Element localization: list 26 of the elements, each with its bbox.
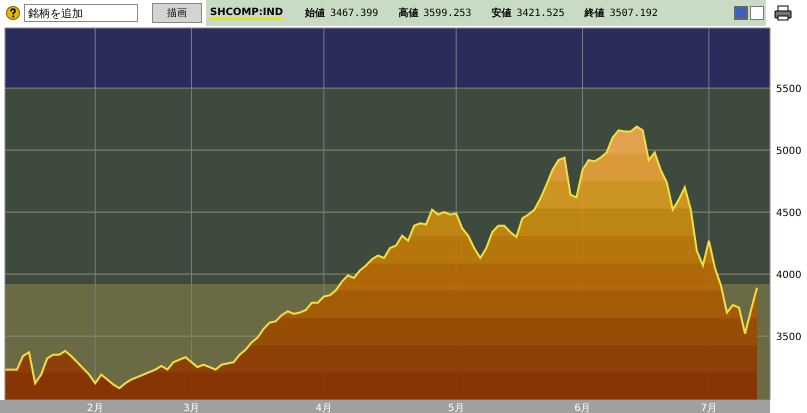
- quote-label: 始値: [305, 6, 326, 20]
- quote-label: 高値: [398, 6, 418, 20]
- axis-label: 4000: [776, 270, 802, 282]
- axis-label: 7月: [700, 403, 718, 413]
- quote-value: 3599.253: [423, 8, 472, 18]
- axis-label: 6月: [574, 403, 591, 413]
- printer-icon[interactable]: [774, 5, 792, 21]
- axis-label: 3500: [776, 332, 802, 344]
- quote-value: 3507.192: [610, 8, 658, 18]
- quote-label: 安値: [491, 6, 512, 20]
- help-icon[interactable]: [6, 6, 20, 20]
- symbol-label: SHCOMP:IND: [210, 6, 284, 20]
- axis-label: 5月: [448, 403, 464, 413]
- axis-label: 4500: [776, 208, 802, 220]
- axis-label: 5500: [776, 84, 802, 96]
- axis-label: 5000: [776, 146, 802, 158]
- axis-label: 3月: [183, 403, 200, 413]
- quote-value: 3467.399: [330, 8, 378, 18]
- axis-label: 2月: [87, 403, 104, 413]
- quote-value: 3421.525: [516, 8, 565, 18]
- draw-button[interactable]: 描画: [152, 3, 202, 23]
- view-toggle[interactable]: [750, 6, 764, 20]
- view-toggle[interactable]: [734, 6, 748, 20]
- symbol-input[interactable]: 銘柄を追加: [24, 4, 138, 22]
- quote-label: 終値: [584, 6, 605, 20]
- axis-label: 4月: [316, 403, 332, 413]
